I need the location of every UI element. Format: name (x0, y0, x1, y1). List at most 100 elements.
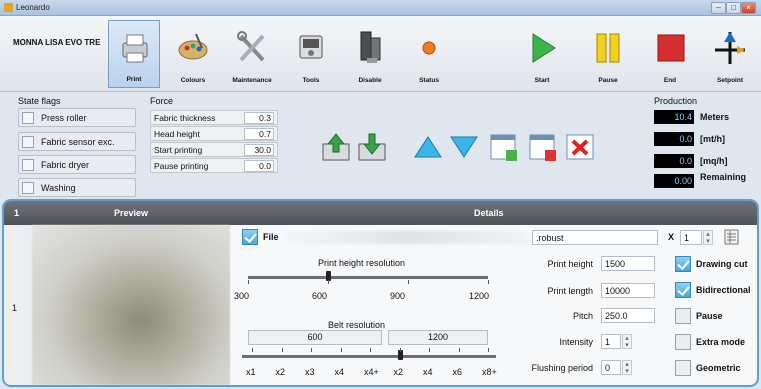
remaining-value: 0.00 (654, 174, 694, 188)
print-length-input[interactable]: 10000 (601, 283, 655, 298)
belt-tick (281, 348, 283, 352)
print-label: Print (126, 76, 142, 83)
remaining-unit: Remaining (700, 172, 747, 182)
download-icon[interactable] (356, 132, 388, 162)
flag-fabric-sensor[interactable]: Fabric sensor exc. (18, 132, 136, 151)
arrow-up-icon[interactable] (412, 132, 444, 162)
intensity-input[interactable]: 1 (601, 334, 621, 349)
belt-tick-label: x2 (275, 367, 286, 377)
end-button[interactable]: End (644, 20, 696, 88)
meters-unit: Meters (700, 112, 730, 122)
flushing-period-spinner[interactable]: ▴ ▾ (622, 360, 632, 375)
belt-tick (252, 348, 253, 352)
flag-checkbox[interactable] (22, 159, 34, 171)
maximize-button[interactable]: □ (726, 2, 741, 14)
belt-slider-track[interactable] (242, 355, 496, 358)
force-row: Start printing 30.0 (150, 142, 278, 157)
tools-button[interactable]: Tools (285, 20, 337, 88)
print-length-label: Print length (547, 286, 593, 296)
close-button[interactable]: × (741, 2, 756, 14)
details-header: Details (474, 208, 504, 218)
setpoint-label: Setpoint (717, 77, 743, 84)
row-number-cell[interactable]: 1 (4, 225, 32, 385)
minimize-button[interactable]: – (711, 2, 726, 14)
status-button[interactable]: Status (403, 20, 455, 88)
flag-label: Fabric dryer (41, 160, 90, 170)
flag-checkbox[interactable] (22, 136, 34, 148)
row-number: 1 (12, 303, 18, 313)
resolution-slider-track[interactable] (248, 276, 488, 279)
flag-checkbox[interactable] (22, 112, 34, 124)
intensity-spinner[interactable]: ▴ ▾ (622, 334, 632, 349)
flag-label: Fabric sensor exc. (41, 137, 115, 147)
force-value-input[interactable]: 30.0 (244, 144, 274, 156)
force-row: Pause printing 0.0 (150, 158, 278, 173)
belt-tick-label: x8+ (482, 367, 497, 377)
file-name-input[interactable]: .robust (532, 230, 658, 245)
force-row: Head height 0.7 (150, 126, 278, 141)
copies-spinner[interactable]: ▴ ▾ (703, 230, 713, 245)
ink-bottles-icon (360, 31, 381, 63)
extra-mode-checkbox[interactable] (675, 334, 691, 350)
flushing-period-label: Flushing period (531, 363, 593, 373)
setpoint-button[interactable]: Setpoint (704, 20, 756, 88)
window-title: Leonardo (16, 3, 50, 12)
pitch-input[interactable]: 250.0 (601, 308, 655, 323)
belt-tick (488, 348, 489, 352)
intensity-label: Intensity (559, 337, 593, 347)
file-checkbox[interactable] (242, 229, 258, 245)
resolution-tick (248, 280, 249, 284)
print-height-resolution-label: Print height resolution (318, 258, 406, 268)
print-height-label: Print height (547, 259, 593, 269)
belt-tick (399, 348, 401, 352)
remove-row-icon[interactable] (527, 132, 559, 162)
list-icon[interactable] (724, 229, 739, 245)
mt-h-unit: [mt/h] (700, 134, 725, 144)
force-value-input[interactable]: 0.3 (244, 112, 274, 124)
force-label: Fabric thickness (154, 113, 216, 123)
machine-name: MONNA LISA EVO TRE (13, 38, 101, 47)
stop-icon (657, 34, 685, 62)
toolbox-icon (299, 35, 323, 59)
flag-washing[interactable]: Washing (18, 178, 136, 197)
colours-button[interactable]: Colours (167, 20, 219, 88)
flag-checkbox[interactable] (22, 182, 34, 194)
production-title: Production (654, 96, 698, 106)
disable-button[interactable]: Disable (344, 20, 396, 88)
end-label: End (663, 77, 677, 84)
pause-button[interactable]: Pause (582, 20, 634, 88)
flag-press-roller[interactable]: Press roller (18, 108, 136, 127)
upload-icon[interactable] (320, 132, 352, 162)
start-button[interactable]: Start (516, 20, 568, 88)
flag-fabric-dryer[interactable]: Fabric dryer (18, 155, 136, 174)
maintenance-button[interactable]: Maintenance (226, 20, 278, 88)
play-icon (532, 33, 556, 63)
force-label: Head height (154, 129, 200, 139)
resolution-tick (328, 280, 329, 284)
force-value-input[interactable]: 0.0 (244, 160, 274, 172)
app-icon (4, 3, 13, 12)
force-value-input[interactable]: 0.7 (244, 128, 274, 140)
belt-tick-label: x4 (423, 367, 433, 377)
file-path-redacted (286, 231, 528, 244)
print-button[interactable]: Print (108, 20, 160, 88)
geometric-label: Geometric (696, 363, 741, 373)
resolution-tick-label: 600 (312, 291, 328, 301)
tools-label: Tools (302, 77, 320, 84)
geometric-checkbox[interactable] (675, 360, 691, 376)
flushing-period-input[interactable]: 0 (601, 360, 621, 375)
belt-tick (429, 348, 430, 352)
delete-icon[interactable] (564, 132, 596, 162)
bidirectional-checkbox[interactable] (675, 282, 691, 298)
resolution-tick-label: 900 (390, 291, 406, 301)
drawing-cut-checkbox[interactable] (675, 256, 691, 272)
pause-checkbox[interactable] (675, 308, 691, 324)
resolution-tick (488, 280, 489, 284)
belt-tick-label: x4+ (364, 367, 379, 377)
copies-input[interactable]: 1 (680, 230, 702, 245)
print-height-input[interactable]: 1500 (601, 256, 655, 271)
preview-header: Preview (114, 208, 149, 218)
add-row-icon[interactable] (488, 132, 520, 162)
arrow-down-icon[interactable] (448, 132, 480, 162)
preview-image (32, 225, 230, 385)
